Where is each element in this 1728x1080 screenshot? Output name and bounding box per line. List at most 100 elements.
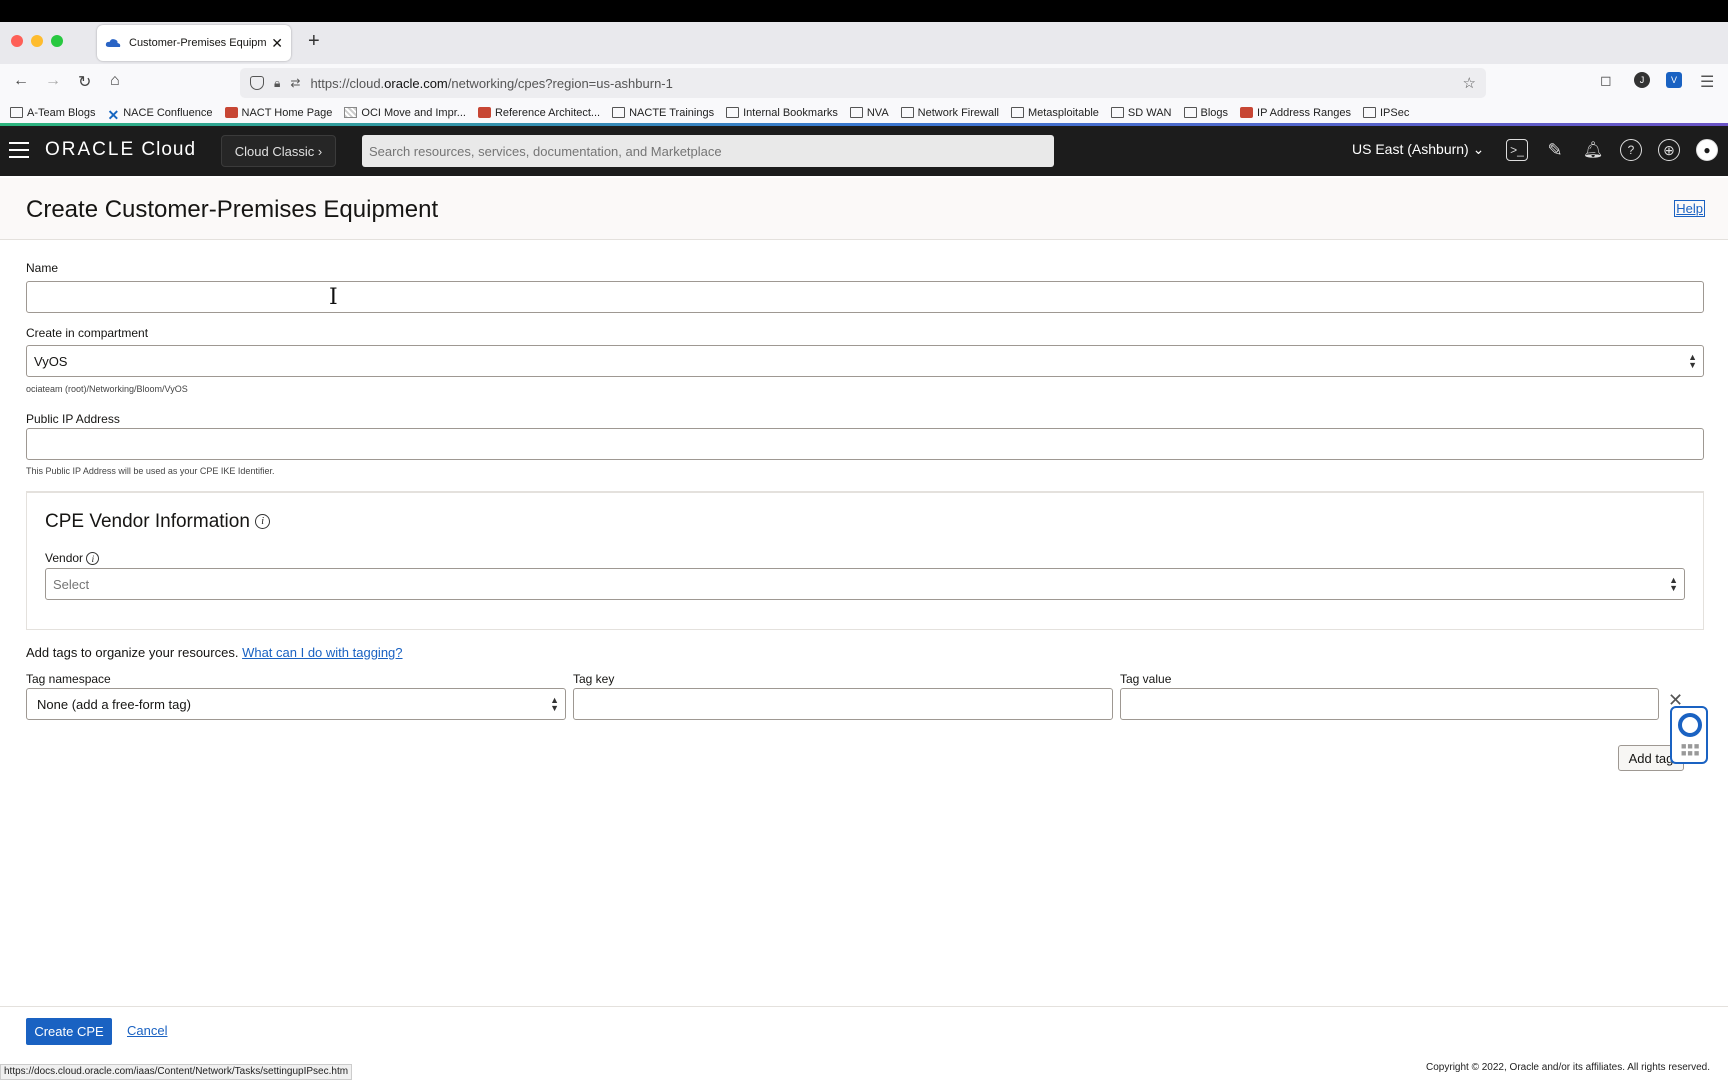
compartment-label: Create in compartment	[26, 326, 149, 340]
tag-namespace-label: Tag namespace	[26, 672, 111, 686]
tag-key-label: Tag key	[573, 672, 615, 686]
address-bar[interactable]: 🔒︎ ⇄ https://cloud.oracle.com/networking…	[240, 68, 1486, 98]
vendor-label: Vendor i	[45, 551, 100, 566]
extension-icon[interactable]: V	[1666, 72, 1682, 88]
folder-icon	[849, 107, 863, 118]
select-arrows-icon: ▲ ▼	[1688, 352, 1697, 370]
user-profile-icon[interactable]: ●	[1696, 139, 1718, 161]
bookmark-star-icon[interactable]: ☆	[1463, 74, 1476, 92]
vendor-section-title: CPE Vendor Information i	[45, 511, 271, 533]
menu-icon[interactable]: ☰	[1700, 72, 1714, 92]
bookmark-item[interactable]: NACTE Trainings	[612, 107, 714, 119]
browser-tab[interactable]: Customer-Premises Equipment ✕	[97, 25, 291, 61]
bookmark-item[interactable]: NACT Home Page	[224, 107, 332, 119]
folder-icon	[10, 107, 23, 118]
tag-key-input[interactable]	[573, 688, 1113, 720]
chevron-down-icon: ⌄	[1472, 141, 1485, 157]
name-input[interactable]	[26, 281, 1704, 313]
close-tab-icon[interactable]: ✕	[271, 35, 283, 52]
tagging-help-link[interactable]: What can I do with tagging?	[242, 645, 402, 660]
tab-strip: Customer-Premises Equipment ✕ +	[0, 22, 1728, 64]
bookmark-item[interactable]: OCI Move and Impr...	[344, 107, 466, 119]
compartment-value: VyOS	[34, 353, 68, 369]
text-cursor-icon: I	[329, 285, 338, 310]
profile-icon[interactable]: J	[1634, 72, 1650, 88]
folder-icon	[612, 107, 626, 118]
public-ip-input[interactable]	[26, 428, 1704, 460]
image-icon	[344, 107, 358, 118]
pocket-icon[interactable]: ◻	[1600, 72, 1612, 89]
bookmark-item[interactable]: IPSec	[1363, 107, 1409, 119]
zoom-window-button[interactable]	[51, 35, 63, 47]
tag-namespace-select[interactable]: None (add a free-form tag) ▲ ▼	[26, 688, 566, 720]
help-question-icon[interactable]: ?	[1620, 139, 1642, 161]
bookmark-item[interactable]: Network Firewall	[900, 107, 999, 119]
vendor-select[interactable]: Select ▲ ▼	[45, 568, 1685, 600]
close-window-button[interactable]	[11, 35, 23, 47]
tag-namespace-value: None (add a free-form tag)	[37, 696, 191, 712]
tags-intro: Add tags to organize your resources. Wha…	[26, 645, 403, 660]
forward-icon[interactable]: →	[45, 72, 61, 90]
compartment-path: ociateam (root)/Networking/Bloom/VyOS	[26, 384, 188, 394]
permissions-icon[interactable]: ⇄	[290, 76, 300, 90]
bookmark-item[interactable]: SD WAN	[1110, 107, 1172, 119]
folder-icon	[1363, 107, 1376, 118]
hamburger-menu-icon[interactable]	[9, 142, 29, 163]
select-arrows-icon: ▲ ▼	[1669, 575, 1678, 593]
new-tab-button[interactable]: +	[308, 30, 320, 53]
bookmark-item[interactable]: NVA	[849, 107, 889, 119]
main-content: Create Customer-Premises Equipment Help …	[0, 178, 1728, 1058]
form-footer: Create CPE Cancel	[0, 1006, 1728, 1058]
oracle-icon	[224, 107, 238, 118]
shield-icon[interactable]	[250, 76, 264, 90]
bookmark-item[interactable]: ✕ NACE Confluence	[107, 107, 212, 124]
cancel-link[interactable]: Cancel	[127, 1023, 167, 1038]
bookmark-item[interactable]: Internal Bookmarks	[726, 107, 838, 119]
region-selector[interactable]: US East (Ashburn) ⌄	[1352, 141, 1484, 158]
lifebuoy-icon	[1678, 713, 1702, 737]
notifications-bell-icon[interactable]: 🔔︎	[1582, 139, 1604, 161]
reload-icon[interactable]: ↻	[78, 72, 91, 92]
lock-icon[interactable]: 🔒︎	[274, 76, 280, 91]
edit-icon[interactable]: ✎	[1544, 139, 1566, 161]
chevron-right-icon: ›	[317, 143, 323, 159]
navigation-bar: ← → ↻ ⌂ 🔒︎ ⇄ https://cloud.oracle.com/ne…	[0, 64, 1728, 102]
tag-value-label: Tag value	[1120, 672, 1172, 686]
folder-icon	[1183, 107, 1197, 118]
cloud-shell-icon[interactable]: >_	[1506, 139, 1528, 161]
oracle-icon	[1240, 107, 1254, 118]
oracle-cloud-logo[interactable]: ORACLE Cloud	[45, 139, 196, 161]
bookmark-item[interactable]: IP Address Ranges	[1240, 107, 1351, 119]
page-title: Create Customer-Premises Equipment	[26, 196, 439, 223]
window-controls	[11, 35, 63, 47]
select-arrows-icon: ▲ ▼	[550, 695, 559, 713]
page-header: Create Customer-Premises Equipment Help	[0, 178, 1728, 240]
folder-icon	[1010, 107, 1024, 118]
vendor-placeholder: Select	[53, 576, 90, 592]
help-link[interactable]: Help	[1674, 200, 1705, 217]
bookmark-item[interactable]: Metasploitable	[1010, 107, 1099, 119]
tab-title: Customer-Premises Equipment	[129, 37, 268, 49]
name-label: Name	[26, 261, 59, 275]
url-text[interactable]: https://cloud.oracle.com/networking/cpes…	[310, 76, 672, 91]
create-cpe-button[interactable]: Create CPE	[26, 1018, 112, 1045]
info-icon[interactable]: i	[255, 514, 271, 530]
oracle-icon	[477, 107, 491, 118]
info-icon[interactable]: i	[86, 552, 100, 566]
bookmarks-bar: A-Team Blogs ✕ NACE Confluence NACT Home …	[0, 102, 1728, 126]
home-icon[interactable]: ⌂	[110, 72, 120, 90]
minimize-window-button[interactable]	[31, 35, 43, 47]
compartment-select[interactable]: VyOS ▲ ▼	[26, 345, 1704, 377]
bookmark-item[interactable]: A-Team Blogs	[10, 107, 95, 119]
tag-value-input[interactable]	[1120, 688, 1659, 720]
globe-language-icon[interactable]: ⊕	[1658, 139, 1680, 161]
back-icon[interactable]: ←	[13, 72, 29, 90]
support-lifebuoy-widget[interactable]: ■■■ ■■■	[1670, 706, 1708, 764]
folder-icon	[726, 107, 740, 118]
cloud-classic-button[interactable]: Cloud Classic ›	[221, 135, 336, 167]
bookmark-item[interactable]: Blogs	[1183, 107, 1228, 119]
bookmark-item[interactable]: Reference Architect...	[477, 107, 600, 119]
cloud-icon	[105, 39, 121, 47]
confluence-icon: ✕	[107, 107, 120, 123]
console-search-input[interactable]	[362, 135, 1054, 167]
